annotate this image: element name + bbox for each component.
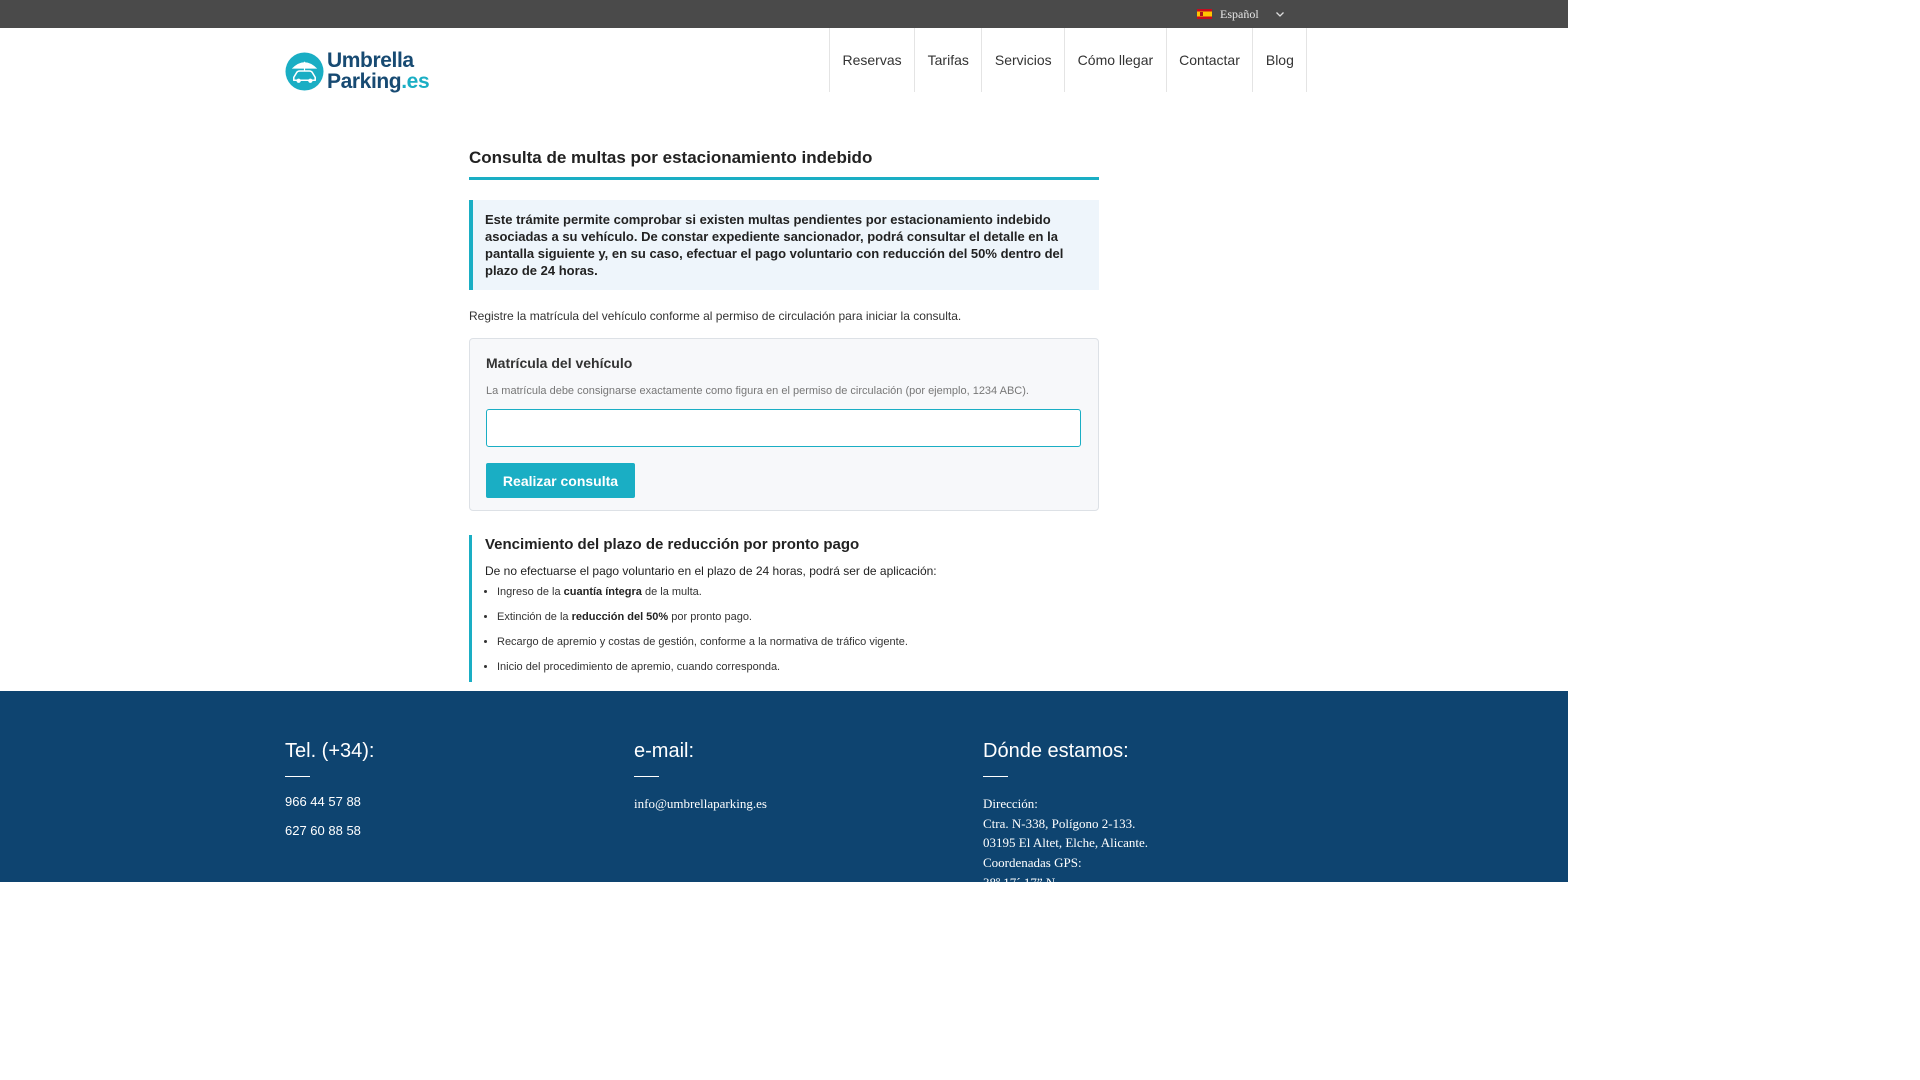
list-item: Inicio del procedimiento de apremio, cua… [497,660,1099,674]
nav-como-llegar[interactable]: Cómo llegar [1065,28,1167,92]
language-label: Español [1220,6,1259,21]
address-label: Dirección: [983,796,1038,811]
footer-email-title: e-mail: [634,740,695,762]
list-item: Ingreso de la cuantía íntegra de la mult… [497,585,1099,599]
info-notice: Este trámite permite comprobar si existe… [469,200,1099,290]
phone-number-1[interactable]: 966 44 57 88 [285,794,374,809]
address-street: Ctra. N-338, Polígono 2-133. [983,815,1136,831]
footer-phone-title: Tel. (+34): [285,740,375,762]
top-bar: Español [0,0,1568,28]
list-item: Recargo de apremio y costas de gestión, … [497,635,1099,649]
site-footer: Tel. (+34): 966 44 57 88 627 60 88 58 e-… [0,691,1568,890]
address-block: Dirección: Ctra. N-338, Polígono 2-133. … [983,794,1148,893]
logo-line-1: Umbrella [327,49,414,72]
main-content: Consulta de multas por estacionamiento i… [469,138,1099,682]
footer-email: e-mail: info@umbrellaparking.es [634,740,767,814]
gps-label: Coordenadas GPS: [983,855,1082,871]
deadline-title: Vencimiento del plazo de reducción por p… [485,536,860,553]
plate-form: Matrícula del vehículo La matrícula debe… [469,338,1099,511]
nav-tarifas[interactable]: Tarifas [915,28,983,92]
email-link[interactable]: info@umbrellaparking.es [634,794,767,814]
footer-location: Dónde estamos: Dirección: Ctra. N-338, P… [983,740,1148,893]
deadline-intro: De no efectuarse el pago voluntario en e… [485,564,937,578]
nav-reservas[interactable]: Reservas [830,28,916,92]
plate-label: Matrícula del vehículo [486,355,633,371]
plate-help-text: La matrícula debe consignarse exactament… [486,385,1029,397]
footer-location-title: Dónde estamos: [983,740,1129,762]
divider [983,776,1008,777]
nav-servicios[interactable]: Servicios [982,28,1066,92]
plate-input[interactable] [486,409,1081,447]
address-city: 03195 El Altet, Elche, Alicante. [983,835,1148,851]
gps-latitude: 38º 17´ 17” N [983,874,1056,890]
page-title: Consulta de multas por estacionamiento i… [469,138,1099,180]
deadline-section: Vencimiento del plazo de reducción por p… [469,535,1099,682]
intro-text: Registre la matrícula del vehículo confo… [469,309,962,323]
chevron-down-icon [1275,12,1284,17]
logo-suffix: .es [401,70,430,93]
language-selector[interactable]: Español [1197,0,1287,28]
umbrella-car-logo-icon [285,51,324,91]
spain-flag-icon [1197,9,1212,19]
submit-query-button[interactable]: Realizar consulta [486,463,635,498]
logo-line-2: Parking.es [327,70,430,93]
divider [285,776,310,777]
phone-number-2[interactable]: 627 60 88 58 [285,823,374,838]
divider [634,776,659,777]
nav-blog[interactable]: Blog [1253,28,1308,92]
consequences-list: Ingreso de la cuantía íntegra de la mult… [485,585,1099,674]
logo-wordmark: Umbrella Parking.es [327,49,430,93]
site-header: Umbrella Parking.es Reservas Tarifas Ser… [0,28,1568,92]
list-item: Extinción de la reducción del 50% por pr… [497,610,1099,624]
nav-contactar[interactable]: Contactar [1167,28,1254,92]
main-nav: Reservas Tarifas Servicios Cómo llegar C… [829,28,1308,92]
site-logo[interactable]: Umbrella Parking.es [285,49,430,93]
footer-phone: Tel. (+34): 966 44 57 88 627 60 88 58 [285,740,374,838]
